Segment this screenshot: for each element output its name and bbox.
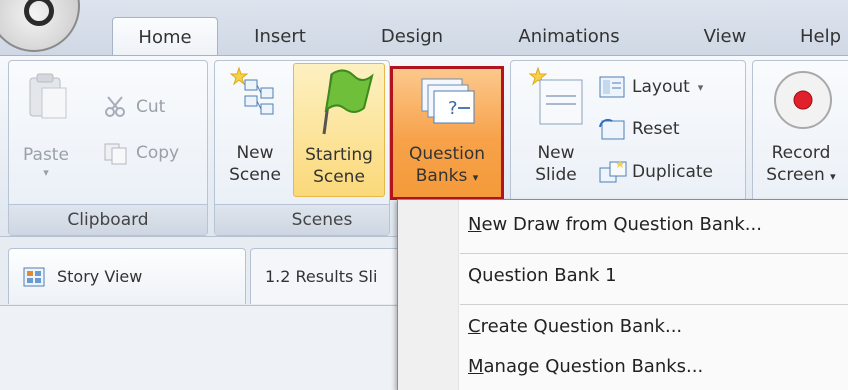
- record-screen-button[interactable]: Record Screen ▾: [756, 66, 846, 188]
- new-slide-icon: [528, 66, 583, 125]
- menu-item-text: reate Question Bank...: [480, 315, 683, 337]
- duplicate-icon: [599, 160, 627, 183]
- chevron-down-icon: ▾: [697, 80, 704, 94]
- scenes-group-label: Scenes: [215, 204, 389, 235]
- starting-scene-button[interactable]: Starting Scene: [293, 63, 385, 197]
- story-view-icon: [23, 267, 45, 286]
- menu-item-manage-question-banks[interactable]: Manage Question Banks...: [468, 346, 703, 386]
- question-banks-label-1: Question: [408, 144, 486, 164]
- menu-item-accel: M: [468, 355, 484, 377]
- results-slide-label: 1.2 Results Sli: [265, 267, 378, 286]
- chevron-down-icon: ▾: [472, 171, 479, 184]
- question-banks-label-2: Banks ▾: [393, 165, 501, 189]
- story-view-label: Story View: [57, 267, 143, 286]
- tab-results-slide[interactable]: 1.2 Results Sli: [250, 248, 410, 304]
- menu-item-new-draw[interactable]: New Draw from Question Bank...: [468, 204, 762, 244]
- copy-label: Copy: [136, 143, 180, 163]
- app-logo-icon: [24, 0, 54, 26]
- chevron-down-icon: ▾: [830, 170, 836, 183]
- reset-icon: [599, 118, 625, 140]
- tab-insert[interactable]: Insert: [240, 17, 320, 55]
- question-bank-icon: ?: [421, 78, 475, 124]
- green-flag-icon: [322, 69, 374, 135]
- paste-icon: [29, 73, 67, 119]
- question-banks-label-text: Banks: [415, 166, 468, 186]
- tab-view[interactable]: View: [685, 17, 765, 55]
- paste-label: Paste: [23, 145, 69, 165]
- new-slide-label-1: New: [537, 143, 575, 163]
- menu-item-text: ew Draw from Question Bank...: [481, 213, 762, 235]
- question-banks-button[interactable]: ? Question Banks ▾: [390, 66, 504, 200]
- menu-item-text: Question Bank 1: [468, 264, 617, 286]
- copy-button[interactable]: Copy: [102, 138, 179, 168]
- reset-label: Reset: [632, 119, 680, 139]
- menu-item-text: anage Question Banks...: [483, 355, 704, 377]
- cut-label: Cut: [136, 97, 166, 117]
- layout-button[interactable]: Layout ▾: [598, 72, 703, 102]
- menu-item-question-bank-1[interactable]: Question Bank 1: [468, 255, 617, 295]
- new-scene-button[interactable]: New Scene: [218, 66, 292, 186]
- clipboard-group-label: Clipboard: [9, 204, 207, 235]
- starting-scene-label-1: Starting: [305, 145, 373, 165]
- record-screen-label-1: Record: [771, 143, 831, 163]
- reset-button[interactable]: Reset: [598, 114, 680, 144]
- scissors-icon: [105, 96, 125, 117]
- menu-item-create-question-bank[interactable]: Create Question Bank...: [468, 306, 682, 346]
- svg-text:?: ?: [448, 98, 458, 119]
- cut-button[interactable]: Cut: [102, 92, 165, 122]
- tab-animations[interactable]: Animations: [504, 17, 634, 55]
- new-scene-label-1: New: [236, 143, 274, 163]
- tab-design[interactable]: Design: [364, 17, 460, 55]
- new-slide-button[interactable]: New Slide: [520, 66, 592, 186]
- record-screen-label-text: Screen: [766, 165, 825, 185]
- layout-icon: [599, 76, 625, 98]
- paste-button[interactable]: Paste ▾: [14, 66, 78, 180]
- new-scene-label-2: Scene: [229, 165, 281, 185]
- chevron-down-icon: ▾: [43, 166, 49, 179]
- menu-separator: [460, 304, 848, 305]
- tab-story-view[interactable]: Story View: [8, 248, 246, 304]
- menu-separator: [460, 253, 848, 254]
- menu-item-accel: N: [468, 213, 482, 235]
- starting-scene-label-2: Scene: [313, 167, 365, 187]
- layout-label: Layout: [632, 77, 690, 97]
- menu-icon-stripe: [398, 200, 459, 390]
- tab-home[interactable]: Home: [112, 17, 218, 56]
- tab-help[interactable]: Help: [800, 17, 848, 55]
- duplicate-button[interactable]: Duplicate: [598, 157, 713, 187]
- record-screen-label-2: Screen ▾: [756, 164, 846, 188]
- copy-icon: [104, 143, 127, 165]
- menu-item-accel: C: [468, 315, 481, 337]
- new-scene-icon: [229, 66, 274, 115]
- new-slide-label-2: Slide: [535, 165, 577, 185]
- record-icon: [774, 71, 832, 129]
- duplicate-label: Duplicate: [632, 162, 713, 182]
- question-banks-dropdown: New Draw from Question Bank... Question …: [397, 199, 848, 390]
